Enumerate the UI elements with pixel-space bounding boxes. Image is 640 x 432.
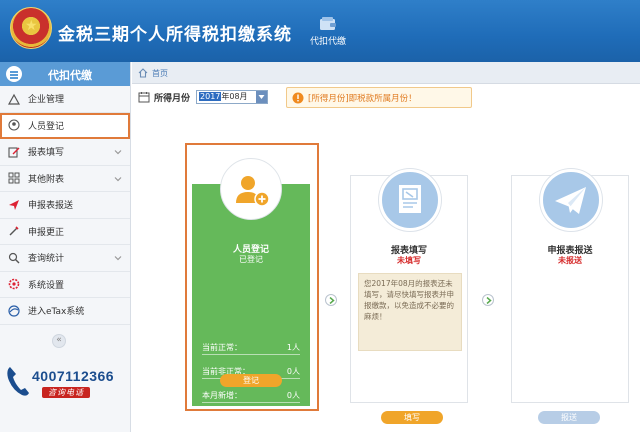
card-status: 未报送 xyxy=(558,256,582,265)
calendar-icon xyxy=(138,92,150,103)
sidebar-collapse-button[interactable]: « xyxy=(52,334,66,348)
sidebar-item-label: 申报更正 xyxy=(28,227,65,238)
sidebar-item-label: 报表填写 xyxy=(28,148,65,159)
app-title: 金税三期个人所得税扣缴系统 xyxy=(58,25,292,45)
step-arrow xyxy=(325,294,337,306)
stat-value: 0人 xyxy=(286,391,300,400)
stat-value: 1人 xyxy=(286,343,300,352)
send-icon xyxy=(8,199,20,211)
sidebar: 代扣代缴 企业管理 人员登记 报表填写 其他附表 申报表报送 申报更正 查询统计… xyxy=(0,62,131,432)
chevron-right-icon xyxy=(486,297,492,304)
chevron-down-icon xyxy=(114,176,122,181)
warning-icon xyxy=(292,92,304,103)
stat-row: 本月减少： 0人 xyxy=(202,409,300,427)
tab-bar: 首页 xyxy=(132,62,640,84)
month-filter: 所得月份 2017年08月 xyxy=(138,90,269,104)
card-personnel-registration: 人员登记 已登记 当前正常： 1人 当前非正常： 0人 本月新增： 0人 本月减… xyxy=(192,150,310,427)
month-filter-label: 所得月份 xyxy=(154,93,191,104)
chevron-right-icon xyxy=(329,297,335,304)
sidebar-item-label: 进入eTax系统 xyxy=(28,307,85,318)
month-select-year: 2017 xyxy=(199,92,222,101)
card-declaration-submit: 申报表报送 未报送 报送 xyxy=(511,169,629,424)
building-icon xyxy=(8,93,20,105)
register-button[interactable]: 登记 xyxy=(220,374,282,387)
fill-button[interactable]: 填写 xyxy=(381,411,443,424)
person-icon xyxy=(8,119,20,131)
card-icon-circle xyxy=(220,158,282,220)
notice-text: [所得月份]即税款所属月份！ xyxy=(308,93,417,104)
menu-icon[interactable] xyxy=(6,66,22,82)
month-select[interactable]: 2017年08月 xyxy=(196,90,269,104)
card-report-filling: 报表填写 未填写 您2017年08月的报表还未填写，请尽快填写报表并申报缴款，以… xyxy=(350,169,468,424)
card-status: 已登记 xyxy=(239,255,263,264)
edit-icon xyxy=(8,146,20,158)
sidebar-item-correction[interactable]: 申报更正 xyxy=(0,219,130,245)
hotline-banner: 4007112366 咨询电话 xyxy=(4,362,126,400)
app-header: ★ 金税三期个人所得税扣缴系统 代扣代缴 xyxy=(0,0,640,62)
month-select-month: 年08月 xyxy=(221,92,248,101)
report-reminder-note: 您2017年08月的报表还未填写，请尽快填写报表并申报缴款，以免造成不必要的麻烦… xyxy=(358,273,462,351)
chevron-down-icon xyxy=(258,95,265,99)
top-module-withholding[interactable]: 代扣代缴 xyxy=(298,16,358,47)
wallet-icon xyxy=(320,17,336,30)
correct-icon xyxy=(8,225,20,237)
top-module-label: 代扣代缴 xyxy=(309,37,346,47)
sidebar-item-label: 企业管理 xyxy=(28,95,65,106)
phone-icon xyxy=(7,367,30,396)
chevron-down-icon xyxy=(114,256,122,261)
home-icon xyxy=(138,68,148,78)
hotline-tag: 咨询电话 xyxy=(42,387,90,398)
sidebar-item-label: 人员登记 xyxy=(28,121,65,132)
grid-icon xyxy=(8,172,20,184)
tab-home[interactable]: 首页 xyxy=(152,68,168,79)
hotline-number: 4007112366 xyxy=(32,368,115,384)
submit-button[interactable]: 报送 xyxy=(538,411,600,424)
sidebar-header: 代扣代缴 xyxy=(0,62,130,86)
paper-plane-icon xyxy=(555,187,586,214)
etax-icon xyxy=(8,305,20,317)
dropdown-button[interactable] xyxy=(256,91,268,103)
card-icon-circle xyxy=(540,169,602,231)
report-form-icon xyxy=(399,185,421,213)
card-status: 未填写 xyxy=(397,256,421,265)
tax-emblem-logo: ★ xyxy=(10,7,52,49)
sidebar-item-query[interactable]: 查询统计 xyxy=(0,245,130,272)
stat-row: 当前正常： 1人 xyxy=(202,337,300,355)
stat-value: 0人 xyxy=(286,367,300,376)
add-person-icon xyxy=(236,176,270,207)
sidebar-item-settings[interactable]: 系统设置 xyxy=(0,272,130,298)
sidebar-title: 代扣代缴 xyxy=(48,69,92,82)
chevron-down-icon xyxy=(114,150,122,155)
sidebar-item-enterprise[interactable]: 企业管理 xyxy=(0,86,130,113)
sidebar-item-etax[interactable]: 进入eTax系统 xyxy=(0,298,130,325)
sidebar-item-personnel[interactable]: 人员登记 xyxy=(0,112,130,139)
sidebar-item-label: 其他附表 xyxy=(28,174,65,185)
stat-label: 本月新增： xyxy=(202,391,242,400)
stat-label: 本月减少： xyxy=(202,415,242,424)
stat-label: 当前正常： xyxy=(202,343,242,352)
main-content: 首页 所得月份 2017年08月 [所得月份]即税款所属月份！ 人员登记 已登记… xyxy=(132,62,640,432)
search-icon xyxy=(8,252,20,264)
notice-banner: [所得月份]即税款所属月份！ xyxy=(286,87,472,108)
gear-icon xyxy=(8,278,20,290)
step-arrow xyxy=(482,294,494,306)
sidebar-item-other-schedules[interactable]: 其他附表 xyxy=(0,166,130,192)
stat-value: 0人 xyxy=(286,415,300,424)
sidebar-item-label: 查询统计 xyxy=(28,254,65,265)
sidebar-item-label: 系统设置 xyxy=(28,280,65,291)
sidebar-item-submit[interactable]: 申报表报送 xyxy=(0,192,130,219)
card-icon-circle xyxy=(379,169,441,231)
sidebar-item-label: 申报表报送 xyxy=(28,201,74,212)
stat-row: 本月新增： 0人 xyxy=(202,385,300,403)
sidebar-item-report[interactable]: 报表填写 xyxy=(0,139,130,166)
